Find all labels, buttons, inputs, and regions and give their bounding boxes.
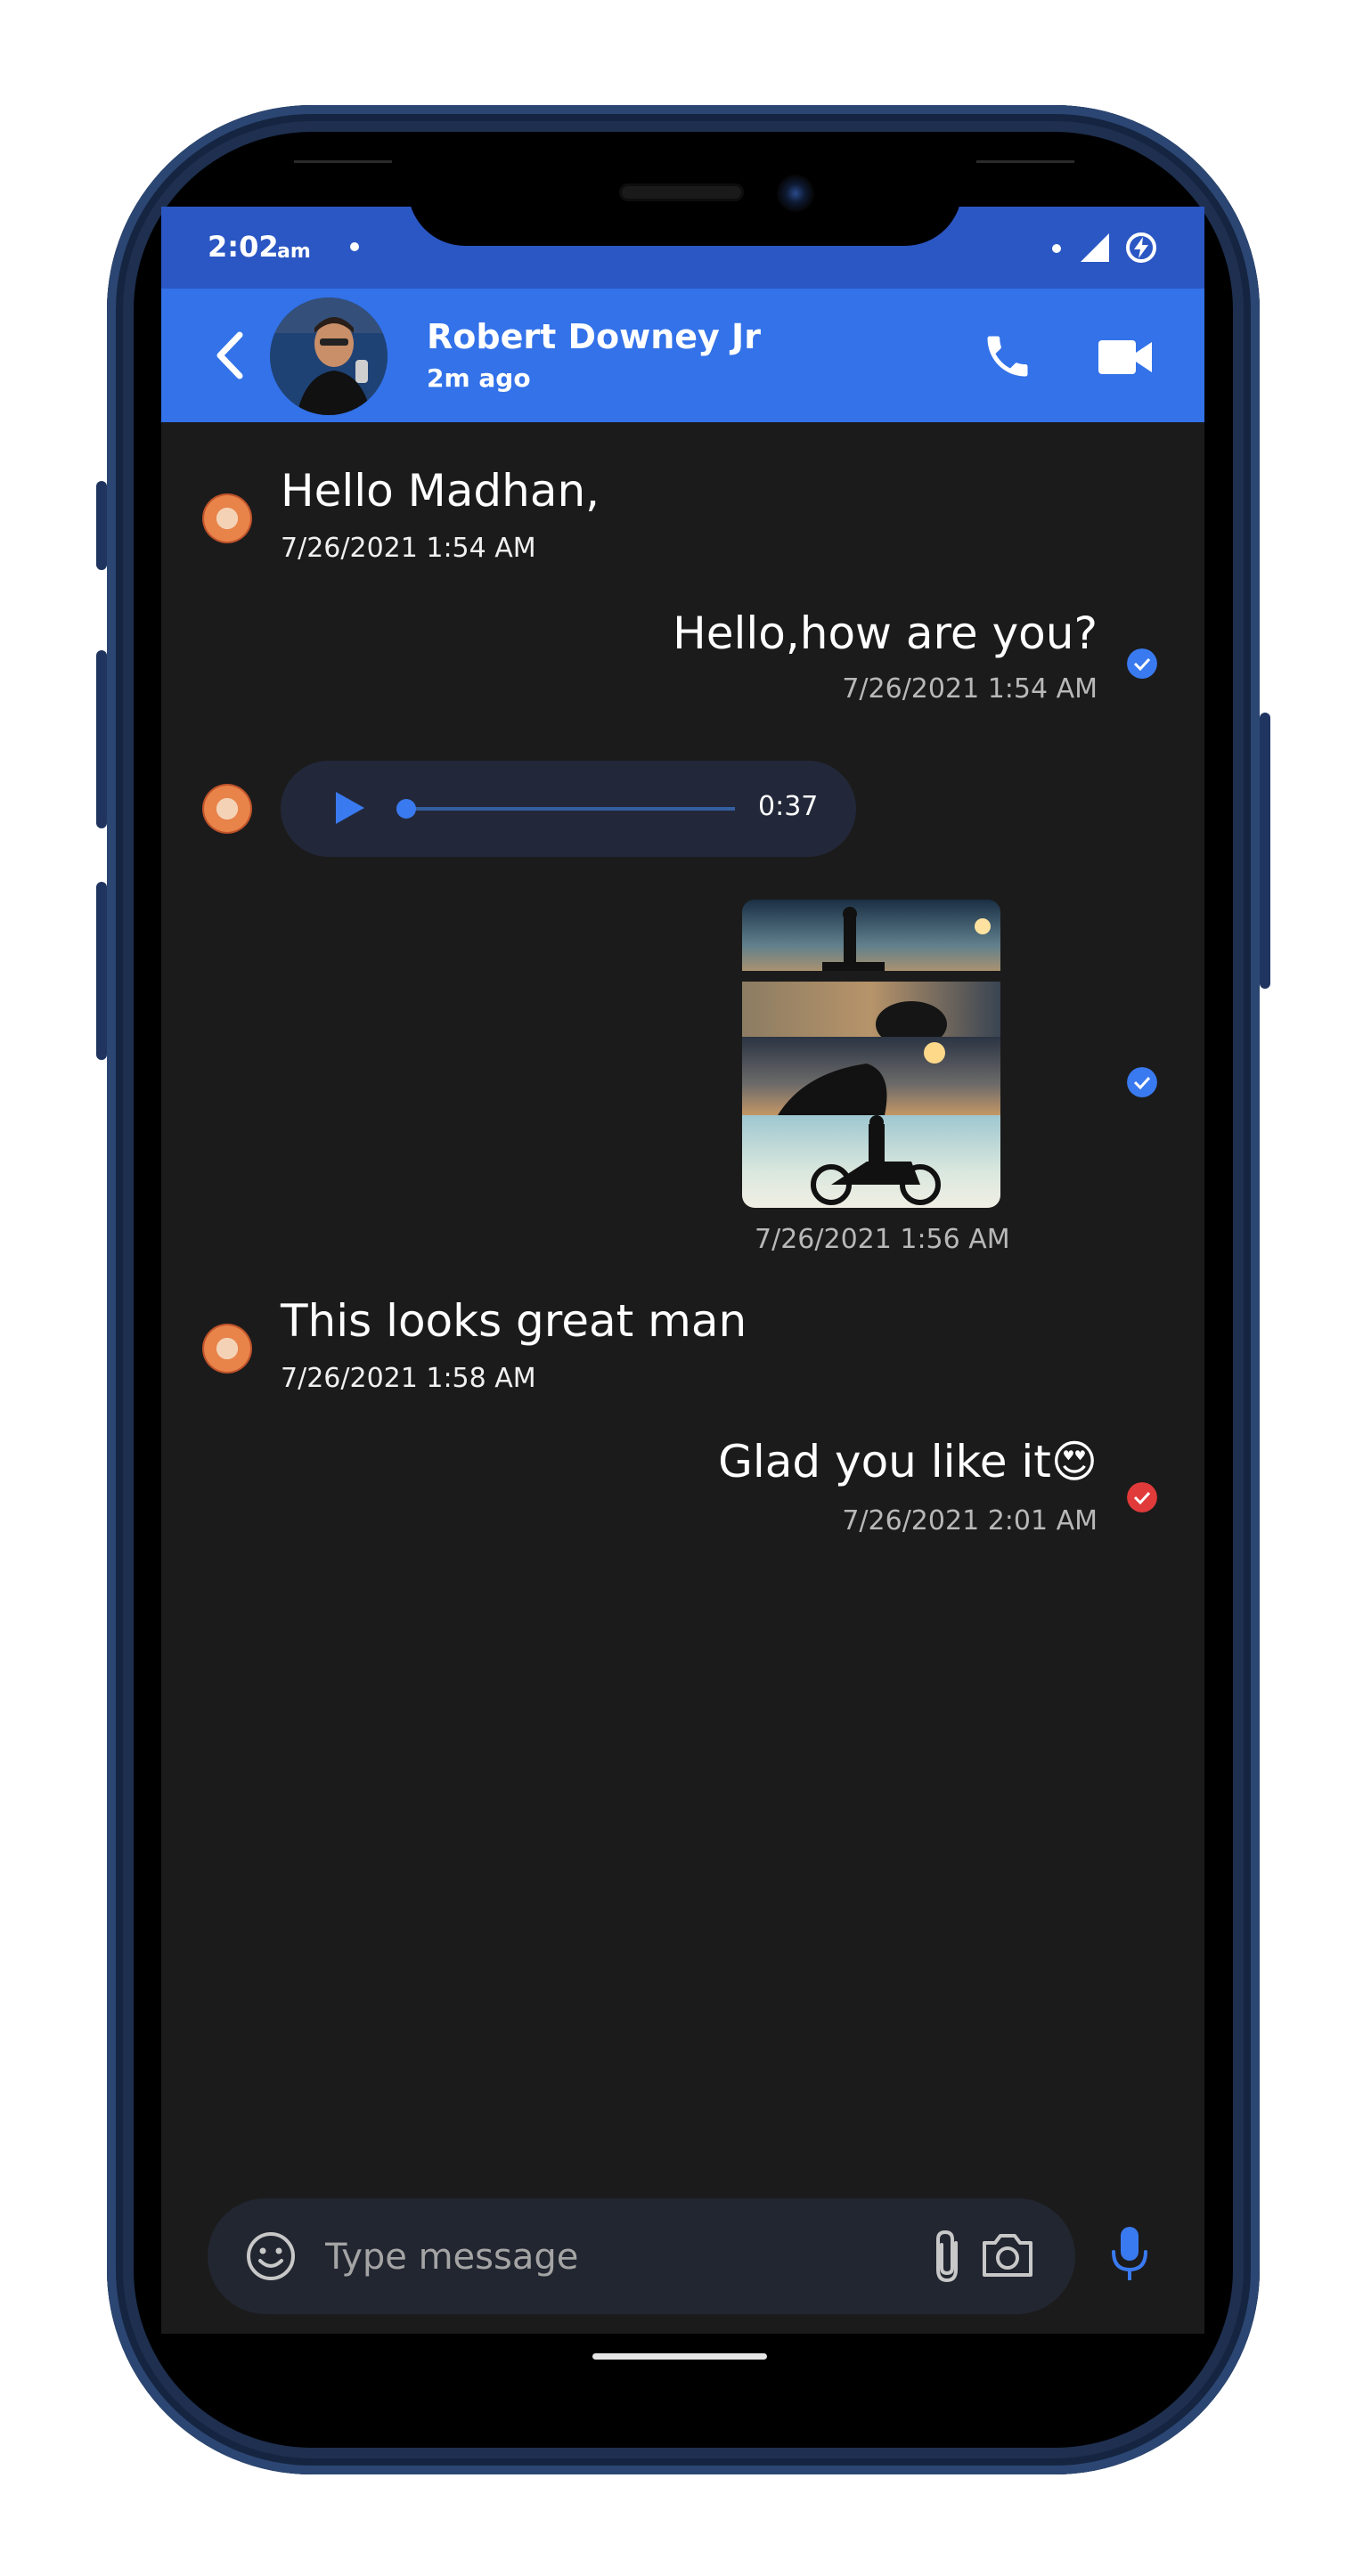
- signal-icon: [1081, 233, 1109, 262]
- message-text: Hello Madhan,: [281, 465, 600, 517]
- silhouette-head-photo: [876, 1001, 947, 1037]
- message-input[interactable]: [323, 2225, 897, 2289]
- play-icon[interactable]: [332, 789, 366, 827]
- message-composer: [208, 2198, 1075, 2314]
- bezel-highlight: [976, 160, 1074, 163]
- message-timestamp: 7/26/2021 1:56 AM: [755, 1224, 1010, 1255]
- message-timestamp: 7/26/2021 1:54 AM: [281, 533, 536, 564]
- attach-icon[interactable]: [927, 2227, 968, 2286]
- photo-frame: [742, 1115, 1000, 1208]
- volume-up-button: [96, 650, 107, 828]
- photo-frame: [742, 1037, 1000, 1115]
- back-arrow-icon[interactable]: [206, 326, 259, 385]
- battery-charging-icon: [1126, 232, 1156, 263]
- message-timestamp: 7/26/2021 2:01 AM: [842, 1505, 1098, 1537]
- audio-progress-track[interactable]: [407, 807, 735, 811]
- power-button: [1260, 713, 1270, 989]
- image-message[interactable]: [742, 900, 1000, 1208]
- message-text: Glad you like it😍: [718, 1436, 1098, 1488]
- notification-dot-icon: [1052, 244, 1061, 253]
- audio-message[interactable]: 0:37: [281, 761, 856, 857]
- status-ampm: am: [277, 240, 311, 263]
- contact-avatar[interactable]: [270, 298, 388, 415]
- message-text: Hello,how are you?: [673, 607, 1098, 659]
- camera-icon[interactable]: [979, 2230, 1036, 2280]
- motorbike-photo: [811, 1115, 941, 1205]
- read-check-icon: [1127, 648, 1157, 679]
- front-camera-icon: [777, 175, 814, 212]
- volume-down-button: [96, 882, 107, 1060]
- message-timestamp: 7/26/2021 1:54 AM: [842, 673, 1098, 705]
- video-camera-icon[interactable]: [1097, 335, 1154, 379]
- message-text: This looks great man: [281, 1295, 747, 1347]
- chat-screen: 2:02 am Robert Downey Jr 2m ago Hello Ma…: [161, 207, 1204, 2334]
- sender-avatar[interactable]: [202, 493, 252, 543]
- contact-name[interactable]: Robert Downey Jr: [427, 317, 761, 356]
- app-bar: Robert Downey Jr 2m ago: [161, 289, 1204, 422]
- earpiece-speaker: [619, 183, 744, 201]
- home-indicator[interactable]: [592, 2353, 767, 2360]
- photo-frame: [742, 900, 1000, 982]
- read-check-icon: [1127, 1067, 1157, 1097]
- status-time: 2:02: [208, 230, 279, 264]
- silhouette-rider-photo: [742, 907, 1000, 982]
- emoji-icon[interactable]: [245, 2230, 297, 2282]
- sender-avatar[interactable]: [202, 1324, 252, 1374]
- phone-icon[interactable]: [981, 330, 1034, 383]
- mic-icon[interactable]: [1109, 2225, 1150, 2284]
- audio-progress-knob[interactable]: [396, 799, 416, 819]
- sender-avatar[interactable]: [202, 784, 252, 834]
- audio-duration: 0:37: [758, 791, 819, 822]
- bezel-highlight: [294, 160, 392, 163]
- notification-dot-icon: [350, 242, 359, 251]
- read-check-icon: [1127, 1482, 1157, 1512]
- contact-last-seen: 2m ago: [427, 363, 531, 393]
- sunset-profile-photo: [778, 1042, 945, 1115]
- contact-photo: [270, 298, 388, 415]
- photo-frame: [742, 982, 1000, 1037]
- message-timestamp: 7/26/2021 1:58 AM: [281, 1363, 536, 1394]
- mute-switch: [96, 481, 107, 570]
